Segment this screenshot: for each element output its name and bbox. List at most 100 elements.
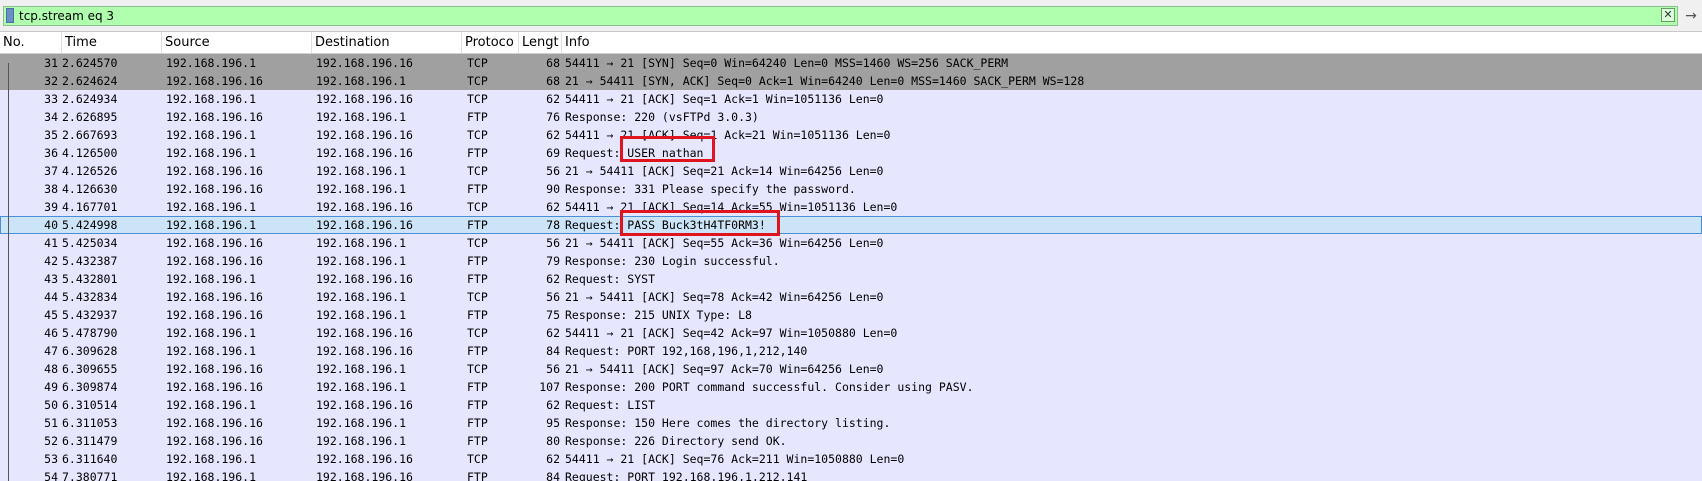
packet-info: 21 → 54411 [SYN, ACK] Seq=0 Ack=1 Win=64… xyxy=(565,74,1085,88)
packet-time: 4.167701 xyxy=(62,200,118,214)
column-header-destination[interactable]: Destination xyxy=(312,32,462,53)
packet-info: 54411 → 21 [ACK] Seq=76 Ack=211 Win=1050… xyxy=(565,452,905,466)
table-row[interactable]: 42 5.432387 192.168.196.16 192.168.196.1 FTP… xyxy=(0,252,1702,270)
packet-info: 21 → 54411 [ACK] Seq=55 Ack=36 Win=64256… xyxy=(565,236,884,250)
packet-source: 192.168.196.1 xyxy=(166,452,257,466)
packet-destination: 192.168.196.16 xyxy=(316,272,413,286)
table-row[interactable]: 53 6.311640 192.168.196.1 192.168.196.16 TCP… xyxy=(0,450,1702,468)
packet-time: 6.310514 xyxy=(62,398,118,412)
packet-info: Request: PORT 192,168,196,1,212,140 xyxy=(565,344,808,358)
packet-length: 84 xyxy=(546,470,560,481)
column-header-info[interactable]: Info xyxy=(562,32,1702,53)
packet-destination: 192.168.196.1 xyxy=(316,164,407,178)
packet-list-header: No. Time Source Destination Protoco Leng… xyxy=(0,32,1702,54)
packet-number: 44 xyxy=(44,290,58,304)
packet-destination: 192.168.196.1 xyxy=(316,182,407,196)
packet-info: Response: 200 PORT command successful. C… xyxy=(565,380,974,394)
bookmark-icon[interactable] xyxy=(6,8,14,23)
packet-number: 38 xyxy=(44,182,58,196)
table-row[interactable]: 48 6.309655 192.168.196.16 192.168.196.1 TCP… xyxy=(0,360,1702,378)
table-row[interactable]: 35 2.667693 192.168.196.1 192.168.196.16 TCP… xyxy=(0,126,1702,144)
packet-time: 2.667693 xyxy=(62,128,118,142)
table-row[interactable]: 52 6.311479 192.168.196.16 192.168.196.1 FTP… xyxy=(0,432,1702,450)
packet-source: 192.168.196.1 xyxy=(166,272,257,286)
packet-source: 192.168.196.1 xyxy=(166,398,257,412)
clear-filter-button[interactable]: ✕ xyxy=(1661,8,1675,22)
packet-destination: 192.168.196.16 xyxy=(316,56,413,70)
packet-protocol: FTP xyxy=(467,254,488,268)
table-row[interactable]: 50 6.310514 192.168.196.1 192.168.196.16 FTP… xyxy=(0,396,1702,414)
table-row[interactable]: 46 5.478790 192.168.196.1 192.168.196.16 TCP… xyxy=(0,324,1702,342)
packet-info: Response: 150 Here comes the directory l… xyxy=(565,416,891,430)
packet-number: 50 xyxy=(44,398,58,412)
table-row[interactable]: 39 4.167701 192.168.196.1 192.168.196.16 TCP… xyxy=(0,198,1702,216)
packet-length: 80 xyxy=(546,434,560,448)
packet-info: Request: PORT 192,168,196,1,212,141 xyxy=(565,470,808,481)
table-row[interactable]: 43 5.432801 192.168.196.1 192.168.196.16 FTP… xyxy=(0,270,1702,288)
table-row[interactable]: 37 4.126526 192.168.196.16 192.168.196.1 TCP… xyxy=(0,162,1702,180)
table-row[interactable]: 41 5.425034 192.168.196.16 192.168.196.1 TCP… xyxy=(0,234,1702,252)
table-row[interactable]: 34 2.626895 192.168.196.16 192.168.196.1 FTP… xyxy=(0,108,1702,126)
column-header-no[interactable]: No. xyxy=(0,32,62,53)
packet-destination: 192.168.196.1 xyxy=(316,290,407,304)
packet-length: 62 xyxy=(546,326,560,340)
packet-time: 4.126526 xyxy=(62,164,118,178)
packet-protocol: FTP xyxy=(467,146,488,160)
table-row[interactable]: 40 5.424998 192.168.196.1 192.168.196.16 FTP… xyxy=(0,216,1702,234)
packet-source: 192.168.196.1 xyxy=(166,92,257,106)
packet-protocol: FTP xyxy=(467,344,488,358)
packet-protocol: FTP xyxy=(467,434,488,448)
packet-protocol: FTP xyxy=(467,272,488,286)
column-header-time[interactable]: Time xyxy=(62,32,162,53)
packet-info: 54411 → 21 [ACK] Seq=42 Ack=97 Win=10508… xyxy=(565,326,898,340)
packet-info: 54411 → 21 [ACK] Seq=1 Ack=1 Win=1051136… xyxy=(565,92,884,106)
packet-protocol: TCP xyxy=(467,74,488,88)
table-row[interactable]: 44 5.432834 192.168.196.16 192.168.196.1 TCP… xyxy=(0,288,1702,306)
packet-time: 6.309628 xyxy=(62,344,118,358)
packet-destination: 192.168.196.1 xyxy=(316,362,407,376)
table-row[interactable]: 36 4.126500 192.168.196.1 192.168.196.16 FTP… xyxy=(0,144,1702,162)
table-row[interactable]: 45 5.432937 192.168.196.16 192.168.196.1 FTP… xyxy=(0,306,1702,324)
table-row[interactable]: 33 2.624934 192.168.196.1 192.168.196.16 TCP… xyxy=(0,90,1702,108)
column-header-source[interactable]: Source xyxy=(162,32,312,53)
column-header-length[interactable]: Lengt xyxy=(519,32,562,53)
apply-filter-arrow-icon[interactable]: → xyxy=(1683,6,1699,26)
packet-destination: 192.168.196.16 xyxy=(316,92,413,106)
packet-destination: 192.168.196.16 xyxy=(316,344,413,358)
packet-protocol: TCP xyxy=(467,452,488,466)
table-row[interactable]: 47 6.309628 192.168.196.1 192.168.196.16 FTP… xyxy=(0,342,1702,360)
table-row[interactable]: 54 7.380771 192.168.196.1 192.168.196.16 FTP… xyxy=(0,468,1702,481)
display-filter-text[interactable]: tcp.stream eq 3 xyxy=(19,7,114,25)
packet-number: 48 xyxy=(44,362,58,376)
packet-destination: 192.168.196.1 xyxy=(316,416,407,430)
table-row[interactable]: 32 2.624624 192.168.196.16 192.168.196.1 TCP… xyxy=(0,72,1702,90)
packet-time: 6.309874 xyxy=(62,380,118,394)
table-row[interactable]: 49 6.309874 192.168.196.16 192.168.196.1 FTP… xyxy=(0,378,1702,396)
packet-time: 2.624934 xyxy=(62,92,118,106)
packet-source: 192.168.196.16 xyxy=(166,380,263,394)
table-row[interactable]: 38 4.126630 192.168.196.16 192.168.196.1 FTP… xyxy=(0,180,1702,198)
display-filter-input[interactable]: tcp.stream eq 3 ✕ xyxy=(3,6,1678,26)
packet-protocol: FTP xyxy=(467,380,488,394)
packet-info: Response: 226 Directory send OK. xyxy=(565,434,787,448)
packet-info: Request: PASS Buck3tH4TF0RM3! xyxy=(565,218,766,232)
packet-number: 51 xyxy=(44,416,58,430)
packet-destination: 192.168.196.16 xyxy=(316,326,413,340)
packet-time: 5.432834 xyxy=(62,290,118,304)
packet-destination: 192.168.196.16 xyxy=(316,398,413,412)
packet-source: 192.168.196.1 xyxy=(166,146,257,160)
table-row[interactable]: 51 6.311053 192.168.196.16 192.168.196.1 FTP… xyxy=(0,414,1702,432)
packet-number: 32 xyxy=(44,74,58,88)
packet-length: 62 xyxy=(546,92,560,106)
packet-source: 192.168.196.16 xyxy=(166,182,263,196)
packet-number: 39 xyxy=(44,200,58,214)
table-row[interactable]: 31 2.624570 192.168.196.1 192.168.196.16 TCP… xyxy=(0,54,1702,72)
packet-destination: 192.168.196.1 xyxy=(316,110,407,124)
packet-list[interactable]: 31 2.624570 192.168.196.1 192.168.196.16 TCP… xyxy=(0,54,1702,481)
packet-destination: 192.168.196.16 xyxy=(316,200,413,214)
packet-length: 69 xyxy=(546,146,560,160)
packet-number: 47 xyxy=(44,344,58,358)
packet-info: Response: 220 (vsFTPd 3.0.3) xyxy=(565,110,759,124)
display-filter-bar: tcp.stream eq 3 ✕ → xyxy=(0,0,1702,32)
column-header-protocol[interactable]: Protoco xyxy=(462,32,519,53)
